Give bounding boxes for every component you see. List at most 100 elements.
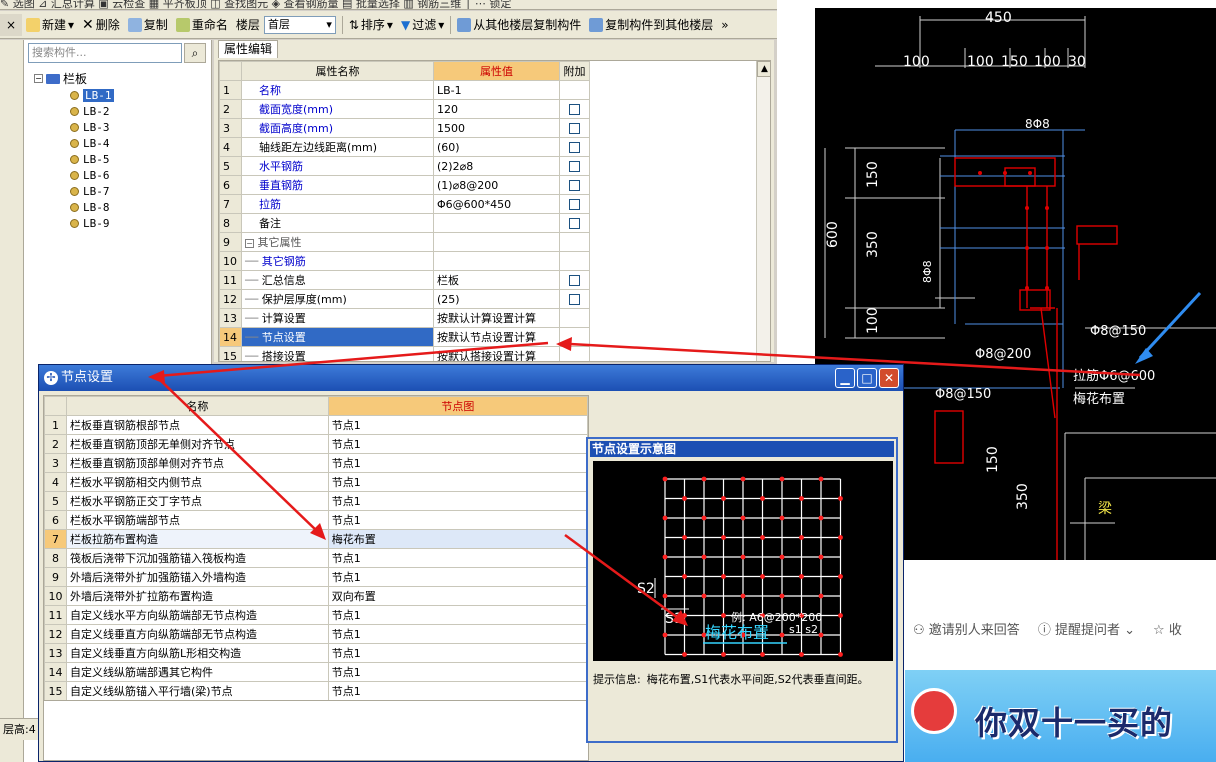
property-row[interactable]: 8 备注: [219, 213, 590, 233]
property-value[interactable]: (2)2⌀8: [433, 156, 560, 176]
tree-item-lb-6[interactable]: LB-6: [70, 167, 110, 183]
node-diagram-value[interactable]: 节点1: [327, 510, 588, 530]
extra-checkbox[interactable]: [569, 180, 580, 191]
property-row[interactable]: 14 ── 节点设置 按默认节点设置计算: [219, 327, 590, 347]
node-diagram-value[interactable]: 节点1: [327, 548, 588, 568]
node-row[interactable]: 13 自定义线垂直方向纵筋L形相交构造 节点1: [44, 643, 588, 663]
node-diagram-value[interactable]: 节点1: [327, 453, 588, 473]
property-value[interactable]: (1)⌀8@200: [433, 175, 560, 195]
dialog-titlebar[interactable]: 节点设置: [39, 365, 903, 391]
node-row[interactable]: 7 栏板拉筋布置构造 梅花布置: [44, 529, 588, 549]
extra-checkbox[interactable]: [569, 161, 580, 172]
extra-checkbox[interactable]: [569, 199, 580, 210]
tree-item-lb-8[interactable]: LB-8: [70, 199, 110, 215]
maximize-icon[interactable]: □: [857, 368, 877, 388]
floor-select[interactable]: 首层: [263, 15, 336, 34]
extra-checkbox[interactable]: [569, 142, 580, 153]
node-diagram-value[interactable]: 节点1: [327, 434, 588, 454]
minimize-icon[interactable]: ▁: [835, 368, 855, 388]
node-row[interactable]: 2 栏板垂直钢筋顶部无单侧对齐节点 节点1: [44, 434, 588, 454]
delete-button[interactable]: ✕ 删除: [78, 14, 124, 36]
property-row[interactable]: 15 ── 搭接设置 按默认搭接设置计算: [219, 346, 590, 361]
property-value[interactable]: 按默认节点设置计算: [433, 327, 560, 347]
property-row[interactable]: 12 ── 保护层厚度(mm) (25): [219, 289, 590, 309]
remind-asker-button[interactable]: ⓘ 提醒提问者 ⌄: [1038, 619, 1135, 638]
rename-button[interactable]: 重命名: [172, 14, 232, 36]
extra-checkbox[interactable]: [569, 218, 580, 229]
node-diagram-value[interactable]: 节点1: [327, 491, 588, 511]
property-value[interactable]: 1500: [433, 118, 560, 138]
property-value[interactable]: [433, 251, 560, 271]
new-button[interactable]: 新建 ▾: [22, 14, 78, 36]
node-diagram-value[interactable]: 梅花布置: [327, 529, 588, 549]
node-row[interactable]: 15 自定义线纵筋锚入平行墙(梁)节点 节点1: [44, 681, 588, 700]
node-row[interactable]: 11 自定义线水平方向纵筋端部无节点构造 节点1: [44, 605, 588, 625]
toolbar-overflow-button[interactable]: »: [717, 14, 732, 36]
tree-item-lb-4[interactable]: LB-4: [70, 135, 110, 151]
extra-checkbox[interactable]: [569, 294, 580, 305]
tree-item-lb-5[interactable]: LB-5: [70, 151, 110, 167]
collect-button[interactable]: ☆ 收: [1153, 619, 1182, 638]
node-row[interactable]: 9 外墙后浇带外扩加强筋锚入外墙构造 节点1: [44, 567, 588, 587]
node-diagram-value[interactable]: 节点1: [327, 472, 588, 492]
property-value[interactable]: 120: [433, 99, 560, 119]
node-diagram-value[interactable]: 节点1: [327, 567, 588, 587]
collapse-icon[interactable]: −: [245, 239, 254, 248]
property-value[interactable]: 按默认搭接设置计算: [433, 346, 560, 361]
close-icon[interactable]: ✕: [879, 368, 899, 388]
node-row[interactable]: 14 自定义线纵筋端部遇其它构件 节点1: [44, 662, 588, 682]
property-row[interactable]: 5 水平钢筋 (2)2⌀8: [219, 156, 590, 176]
scroll-up-icon[interactable]: ▲: [757, 61, 770, 77]
property-row[interactable]: 7 拉筋 Φ6@600*450: [219, 194, 590, 214]
property-row[interactable]: 10 ── 其它钢筋: [219, 251, 590, 271]
ad-banner[interactable]: 你双十一买的: [905, 670, 1216, 762]
property-row[interactable]: 4 轴线距左边线距离(mm) (60): [219, 137, 590, 157]
extra-checkbox[interactable]: [569, 275, 580, 286]
node-diagram-value[interactable]: 节点1: [327, 662, 588, 682]
node-row[interactable]: 12 自定义线垂直方向纵筋端部无节点构造 节点1: [44, 624, 588, 644]
node-diagram-value[interactable]: 节点1: [327, 624, 588, 644]
property-row[interactable]: 6 垂直钢筋 (1)⌀8@200: [219, 175, 590, 195]
property-value[interactable]: (60): [433, 137, 560, 157]
copy-from-floor-button[interactable]: 从其他楼层复制构件: [453, 14, 585, 36]
tree-root-lanban[interactable]: − 栏板: [34, 70, 87, 87]
property-value[interactable]: LB-1: [433, 80, 560, 100]
property-row[interactable]: 1 名称 LB-1: [219, 80, 590, 100]
tree-item-lb-7[interactable]: LB-7: [70, 183, 110, 199]
property-value[interactable]: (25): [433, 289, 560, 309]
node-diagram-value[interactable]: 节点1: [327, 415, 588, 435]
search-input[interactable]: 搜索构件...: [28, 43, 182, 63]
node-row[interactable]: 1 栏板垂直钢筋根部节点 节点1: [44, 415, 588, 435]
copy-button[interactable]: 复制: [124, 14, 172, 36]
node-row[interactable]: 4 栏板水平钢筋相交内侧节点 节点1: [44, 472, 588, 492]
tab-property-edit[interactable]: 属性编辑: [218, 40, 278, 58]
node-diagram-value[interactable]: 节点1: [327, 605, 588, 625]
node-row[interactable]: 10 外墙后浇带外扩拉筋布置构造 双向布置: [44, 586, 588, 606]
extra-checkbox[interactable]: [569, 104, 580, 115]
search-icon[interactable]: ⌕: [184, 43, 206, 63]
node-diagram-value[interactable]: 节点1: [327, 643, 588, 663]
node-row[interactable]: 3 栏板垂直钢筋顶部单侧对齐节点 节点1: [44, 453, 588, 473]
close-icon[interactable]: ×: [0, 13, 22, 36]
node-row[interactable]: 5 栏板水平钢筋正交丁字节点 节点1: [44, 491, 588, 511]
node-diagram-value[interactable]: 双向布置: [327, 586, 588, 606]
property-value[interactable]: [433, 213, 560, 233]
property-row[interactable]: 2 截面宽度(mm) 120: [219, 99, 590, 119]
copy-to-floor-button[interactable]: 复制构件到其他楼层: [585, 14, 717, 36]
collapse-icon[interactable]: −: [34, 74, 43, 83]
tree-item-lb-3[interactable]: LB-3: [70, 119, 110, 135]
node-diagram-value[interactable]: 节点1: [327, 681, 588, 700]
invite-answer-button[interactable]: ⚇ 邀请别人来回答: [913, 619, 1020, 638]
property-row[interactable]: 3 截面高度(mm) 1500: [219, 118, 590, 138]
property-scrollbar[interactable]: ▲: [756, 61, 770, 361]
filter-button[interactable]: ▼ 过滤 ▾: [397, 14, 448, 36]
property-row[interactable]: 9− 其它属性: [219, 232, 590, 252]
sort-button[interactable]: ⇅ 排序 ▾: [345, 14, 397, 36]
extra-checkbox[interactable]: [569, 123, 580, 134]
property-value[interactable]: 按默认计算设置计算: [433, 308, 560, 328]
node-row[interactable]: 6 栏板水平钢筋端部节点 节点1: [44, 510, 588, 530]
node-row[interactable]: 8 筏板后浇带下沉加强筋锚入筏板构造 节点1: [44, 548, 588, 568]
tree-item-lb-9[interactable]: LB-9: [70, 215, 110, 231]
property-value[interactable]: [433, 232, 560, 252]
tree-item-lb-2[interactable]: LB-2: [70, 103, 110, 119]
